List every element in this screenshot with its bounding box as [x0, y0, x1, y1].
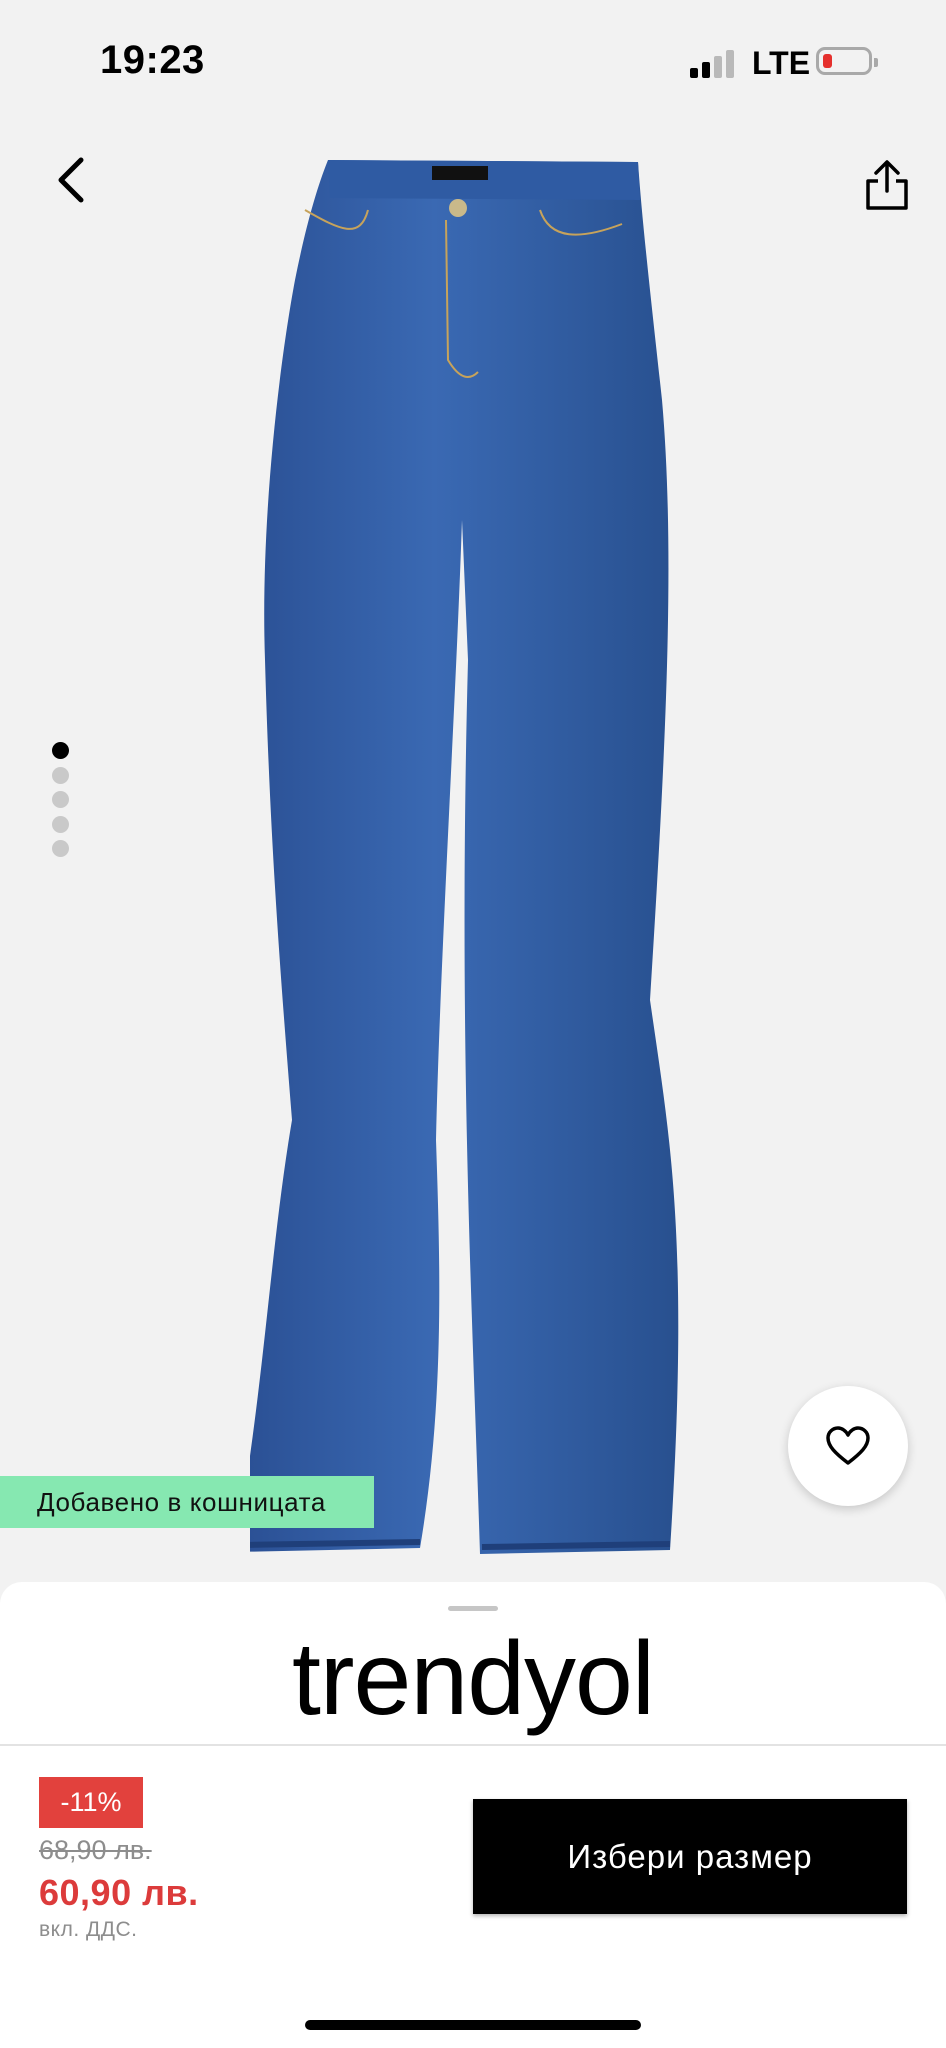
current-price: 60,90 лв. — [39, 1872, 199, 1913]
pagination-dot[interactable] — [52, 766, 69, 784]
product-image-gallery[interactable]: Добавено в кошницата — [0, 120, 946, 1580]
favorite-button[interactable] — [788, 1386, 908, 1506]
brand-logo[interactable]: trendyol — [0, 1624, 946, 1734]
status-time: 19:23 — [100, 38, 205, 82]
vat-note: вкл. ДДС. — [39, 1918, 138, 1941]
select-size-button[interactable]: Избери размер — [473, 1799, 907, 1914]
pagination-dot[interactable] — [52, 742, 69, 759]
back-button[interactable] — [40, 150, 100, 210]
share-button[interactable] — [852, 150, 922, 220]
signal-icon — [690, 48, 738, 78]
added-to-cart-toast: Добавено в кошницата — [0, 1476, 374, 1528]
status-bar: 19:23 LTE — [0, 0, 946, 120]
heart-icon — [826, 1426, 870, 1465]
network-type: LTE — [752, 45, 811, 81]
pagination-dot[interactable] — [52, 791, 69, 808]
product-info-sheet: trendyol -11% 68,90 лв. 60,90 лв. вкл. Д… — [0, 1582, 946, 2048]
image-pagination[interactable] — [52, 742, 72, 865]
chevron-left-icon — [58, 157, 84, 203]
sheet-grabber[interactable] — [448, 1606, 498, 1611]
discount-badge: -11% — [39, 1777, 143, 1828]
divider — [0, 1744, 946, 1746]
pagination-dot[interactable] — [52, 840, 69, 857]
pagination-dot[interactable] — [52, 815, 69, 833]
product-image — [250, 160, 679, 1554]
old-price: 68,90 лв. — [39, 1835, 152, 1865]
share-icon — [866, 160, 908, 210]
home-indicator — [305, 2020, 641, 2030]
battery-icon — [816, 47, 878, 75]
